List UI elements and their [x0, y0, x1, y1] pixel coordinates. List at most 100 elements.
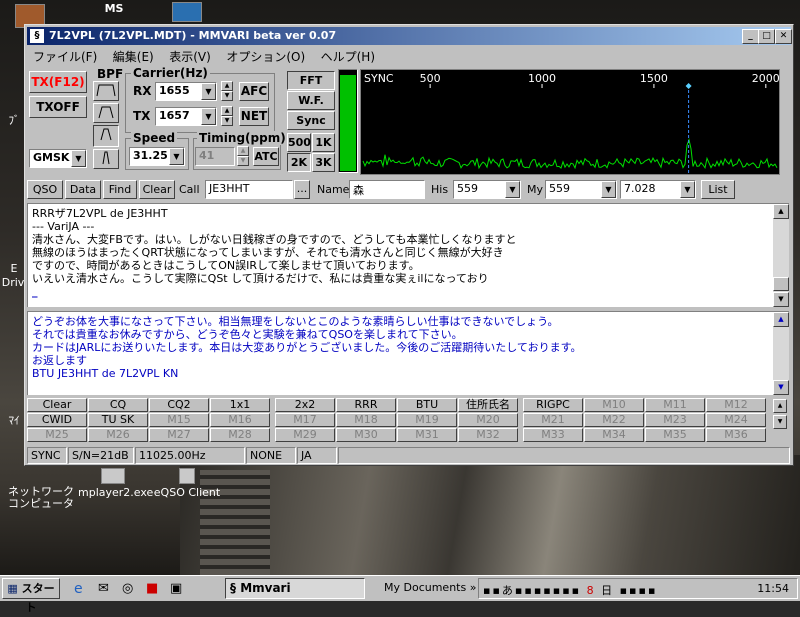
- sync-button[interactable]: Sync: [287, 111, 335, 130]
- macro-button[interactable]: M22: [584, 413, 644, 427]
- outlook-icon[interactable]: ✉: [98, 581, 109, 596]
- macro-page-up-button[interactable]: ▲: [773, 399, 787, 413]
- name-input[interactable]: 森: [349, 180, 425, 199]
- mode-select[interactable]: GMSK ▼: [29, 149, 87, 168]
- macro-button[interactable]: 住所氏名: [458, 398, 518, 412]
- clear-button[interactable]: Clear: [139, 180, 175, 199]
- macro-button[interactable]: TU SK: [88, 413, 148, 427]
- macro-button[interactable]: M18: [336, 413, 396, 427]
- tx-button[interactable]: TX(F12): [29, 71, 87, 93]
- macro-button[interactable]: M29: [275, 428, 335, 442]
- band-select[interactable]: 7.028 ▼: [620, 180, 696, 199]
- bpf-narrow-button[interactable]: [93, 125, 119, 147]
- macro-button[interactable]: 1x1: [210, 398, 270, 412]
- start-button[interactable]: ▦ スタート: [2, 578, 60, 614]
- title-bar[interactable]: § 7L2VPL (7L2VPL.MDT) - MMVARI beta ver …: [27, 27, 792, 45]
- desktop-icon-eqso[interactable]: eQSO Client: [152, 468, 222, 499]
- scroll-down-button[interactable]: ▼: [773, 380, 789, 395]
- my-documents-toolbar[interactable]: My Documents »: [384, 581, 476, 594]
- app-icon-3[interactable]: ▣: [170, 581, 182, 596]
- spectrum-display[interactable]: SYNC 500 1000 1500 2000: [360, 69, 780, 175]
- scroll-down-button[interactable]: ▼: [773, 292, 789, 307]
- span-2k-button[interactable]: 2K: [287, 153, 311, 172]
- txoff-button[interactable]: TXOFF: [29, 96, 87, 118]
- timing-down-button[interactable]: ▼: [237, 156, 249, 166]
- transmit-scrollbar[interactable]: ▲ ▼: [773, 312, 789, 395]
- call-input[interactable]: JE3HHT: [205, 180, 293, 199]
- macro-button[interactable]: M15: [149, 413, 209, 427]
- net-button[interactable]: NET: [239, 107, 269, 126]
- macro-button[interactable]: M20: [458, 413, 518, 427]
- bpf-very-narrow-button[interactable]: [93, 149, 119, 169]
- tx-frequency-select[interactable]: 1657 ▼: [155, 107, 217, 126]
- app-icon-1[interactable]: ◎: [122, 581, 133, 596]
- span-500-button[interactable]: 500: [287, 133, 311, 152]
- list-button[interactable]: List: [701, 180, 735, 199]
- menu-view[interactable]: 表示(V): [163, 46, 217, 67]
- macro-button[interactable]: M27: [149, 428, 209, 442]
- his-rst-select[interactable]: 559 ▼: [453, 180, 521, 199]
- desktop-icon-ms[interactable]: MS: [94, 2, 134, 15]
- rx-up-button[interactable]: ▲: [221, 81, 233, 91]
- macro-button[interactable]: M11: [645, 398, 705, 412]
- call-browse-button[interactable]: ...: [294, 180, 310, 199]
- span-1k-button[interactable]: 1K: [312, 133, 335, 152]
- maximize-button[interactable]: □: [758, 29, 775, 44]
- ie-icon[interactable]: e: [74, 581, 83, 597]
- macro-button[interactable]: M24: [706, 413, 766, 427]
- data-button[interactable]: Data: [65, 180, 101, 199]
- span-3k-button[interactable]: 3K: [312, 153, 335, 172]
- bpf-wide-button[interactable]: [93, 81, 119, 101]
- macro-button[interactable]: M32: [458, 428, 518, 442]
- desktop-icon-mplayer[interactable]: mplayer2.exe: [78, 468, 153, 499]
- macro-button[interactable]: M17: [275, 413, 335, 427]
- afc-button[interactable]: AFC: [239, 82, 269, 101]
- macro-button[interactable]: M31: [397, 428, 457, 442]
- menu-file[interactable]: ファイル(F): [27, 46, 103, 67]
- menu-edit[interactable]: 編集(E): [107, 46, 160, 67]
- desktop-icon-network[interactable]: [170, 2, 204, 24]
- macro-button[interactable]: M34: [584, 428, 644, 442]
- scroll-up-button[interactable]: ▲: [773, 312, 789, 327]
- scroll-thumb[interactable]: [773, 277, 789, 291]
- rx-frequency-select[interactable]: 1655 ▼: [155, 82, 217, 101]
- macro-button[interactable]: M16: [210, 413, 270, 427]
- close-button[interactable]: ✕: [775, 29, 792, 44]
- macro-button[interactable]: M35: [645, 428, 705, 442]
- task-button-mmvari[interactable]: § Mmvari: [225, 578, 365, 599]
- fft-button[interactable]: FFT: [287, 71, 335, 90]
- macro-page-down-button[interactable]: ▼: [773, 415, 787, 429]
- macro-button[interactable]: M26: [88, 428, 148, 442]
- desktop-icon-network-computer[interactable]: ネットワーク コンピュータ: [6, 474, 76, 510]
- scroll-up-button[interactable]: ▲: [773, 204, 789, 219]
- macro-button[interactable]: M25: [27, 428, 87, 442]
- timing-value-field[interactable]: 41: [195, 147, 235, 166]
- macro-button[interactable]: M10: [584, 398, 644, 412]
- timing-up-button[interactable]: ▲: [237, 146, 249, 156]
- receive-text-area[interactable]: RRRザ7L2VPL de JE3HHT --- VariJA --- 清水さん、大…: [27, 203, 789, 307]
- my-rst-select[interactable]: 559 ▼: [545, 180, 617, 199]
- find-button[interactable]: Find: [103, 180, 137, 199]
- macro-button[interactable]: CQ2: [149, 398, 209, 412]
- tray-icons[interactable]: ▪▪あ▪▪▪▪▪▪▪ 8 日 ▪▪▪▪: [483, 582, 657, 598]
- macro-button[interactable]: M30: [336, 428, 396, 442]
- macro-button[interactable]: M12: [706, 398, 766, 412]
- menu-help[interactable]: ヘルプ(H): [315, 46, 381, 67]
- atc-button[interactable]: ATC: [253, 147, 279, 166]
- receive-scrollbar[interactable]: ▲ ▼: [773, 204, 789, 307]
- macro-button[interactable]: M23: [645, 413, 705, 427]
- macro-button[interactable]: 2x2: [275, 398, 335, 412]
- speed-select[interactable]: 31.25 ▼: [129, 147, 185, 166]
- macro-button[interactable]: Clear: [27, 398, 87, 412]
- waterfall-button[interactable]: W.F.: [287, 91, 335, 110]
- macro-button[interactable]: RRR: [336, 398, 396, 412]
- macro-button[interactable]: M21: [523, 413, 583, 427]
- app-icon[interactable]: §: [30, 29, 44, 43]
- app-icon-2[interactable]: ■: [146, 581, 158, 596]
- macro-button[interactable]: M33: [523, 428, 583, 442]
- menu-options[interactable]: オプション(O): [220, 46, 311, 67]
- rx-down-button[interactable]: ▼: [221, 91, 233, 101]
- macro-button[interactable]: M36: [706, 428, 766, 442]
- macro-button[interactable]: BTU: [397, 398, 457, 412]
- macro-button[interactable]: CWID: [27, 413, 87, 427]
